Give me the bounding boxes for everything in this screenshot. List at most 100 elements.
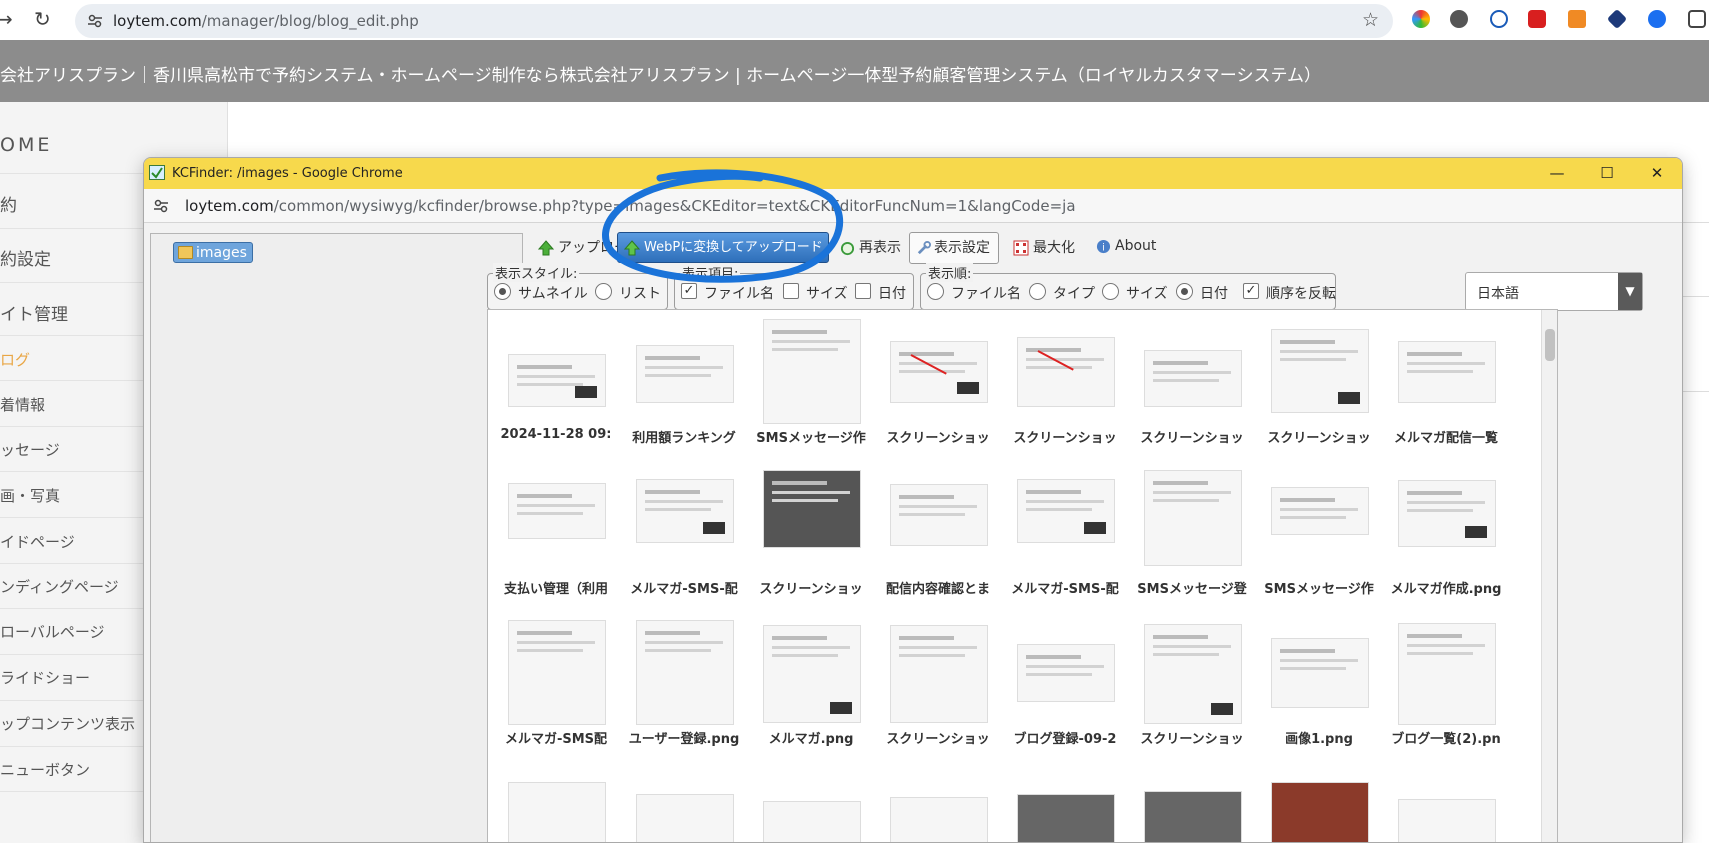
file-thumbnail[interactable] bbox=[1144, 350, 1242, 407]
file-thumbnail[interactable] bbox=[763, 319, 861, 424]
reverse-order-label[interactable]: 順序を反転 bbox=[1266, 283, 1336, 303]
language-select[interactable]: 日本語 ▼ bbox=[1465, 272, 1643, 311]
file-thumbnail[interactable] bbox=[1398, 480, 1496, 547]
file-item[interactable]: スクリーンショッ bbox=[1260, 319, 1378, 457]
sort-size-label[interactable]: サイズ bbox=[1126, 283, 1168, 303]
maximize-view-button[interactable]: 最大化 bbox=[1007, 233, 1081, 264]
file-item[interactable]: スクリーンショッ bbox=[752, 470, 870, 608]
file-item[interactable]: ブログ登録-09-2 bbox=[1006, 620, 1124, 758]
sort-type-label[interactable]: タイプ bbox=[1053, 283, 1095, 303]
file-thumbnail[interactable] bbox=[1144, 470, 1242, 566]
scrollbar-thumb[interactable] bbox=[1545, 329, 1555, 361]
file-thumbnail[interactable] bbox=[508, 483, 606, 539]
file-item[interactable]: メルマガ-SMS-配 bbox=[625, 470, 743, 608]
sort-filename-label[interactable]: ファイル名 bbox=[951, 283, 1021, 303]
folder-item-images[interactable]: images bbox=[173, 242, 253, 263]
extension-hex-icon[interactable] bbox=[1606, 8, 1628, 30]
file-item[interactable]: スクリーンショッ bbox=[1133, 620, 1251, 758]
file-thumbnail[interactable] bbox=[1271, 782, 1369, 842]
file-thumbnail[interactable] bbox=[1271, 329, 1369, 413]
file-thumbnail[interactable] bbox=[636, 794, 734, 842]
radio-sort-filename[interactable] bbox=[927, 283, 944, 300]
file-thumbnail[interactable] bbox=[508, 782, 606, 842]
radio-sort-type[interactable] bbox=[1029, 283, 1046, 300]
file-thumbnail[interactable] bbox=[1017, 644, 1115, 702]
file-item[interactable]: 支払い管理（利用 bbox=[497, 470, 615, 608]
site-info-icon[interactable] bbox=[153, 198, 169, 214]
radio-thumbnail[interactable] bbox=[494, 283, 511, 300]
checkbox-date[interactable] bbox=[855, 283, 871, 299]
extension-off-icon[interactable] bbox=[1450, 10, 1468, 28]
file-thumbnail[interactable] bbox=[1144, 624, 1242, 724]
refresh-button[interactable]: 再表示 bbox=[834, 233, 907, 264]
file-thumbnail[interactable] bbox=[636, 620, 734, 725]
radio-sort-date[interactable] bbox=[1176, 283, 1193, 300]
file-item[interactable]: ブログ一覧(2).pn bbox=[1387, 620, 1505, 758]
file-thumbnail[interactable] bbox=[636, 345, 734, 403]
file-item[interactable]: 配信内容確認とま bbox=[879, 470, 997, 608]
date-label[interactable]: 日付 bbox=[878, 283, 906, 303]
file-item[interactable]: 画像1.png bbox=[1260, 620, 1378, 758]
radio-sort-size[interactable] bbox=[1102, 283, 1119, 300]
file-thumbnail[interactable] bbox=[1017, 479, 1115, 543]
display-settings-button[interactable]: 表示設定 bbox=[909, 232, 999, 264]
file-thumbnail[interactable] bbox=[1144, 791, 1242, 842]
file-thumbnail[interactable] bbox=[1017, 794, 1115, 842]
file-item[interactable]: 利用額ランキング bbox=[625, 319, 743, 457]
maximize-button[interactable]: ☐ bbox=[1587, 161, 1627, 186]
file-item[interactable]: ユーザー登録.png bbox=[625, 620, 743, 758]
file-thumbnail[interactable] bbox=[1398, 341, 1496, 403]
file-item[interactable]: メルマガ-SMS-配 bbox=[1006, 470, 1124, 608]
about-button[interactable]: i About bbox=[1090, 231, 1162, 262]
file-item[interactable]: SMSメッセージ作 bbox=[1260, 470, 1378, 608]
file-item[interactable]: SMSメッセージ作 bbox=[752, 319, 870, 457]
file-thumbnail[interactable] bbox=[890, 625, 988, 723]
metamask-fox-icon[interactable] bbox=[1568, 10, 1586, 28]
checkbox-size[interactable] bbox=[783, 283, 799, 299]
bookmark-star-icon[interactable]: ☆ bbox=[1362, 9, 1379, 31]
extension-info-icon[interactable] bbox=[1490, 10, 1508, 28]
thumbnail-label[interactable]: サムネイル bbox=[518, 283, 588, 303]
minimize-button[interactable]: — bbox=[1537, 161, 1577, 186]
file-item[interactable]: スクリーンショッ bbox=[879, 319, 997, 457]
file-thumbnail[interactable] bbox=[763, 801, 861, 842]
sort-date-label[interactable]: 日付 bbox=[1200, 283, 1228, 303]
site-info-icon[interactable] bbox=[87, 13, 103, 29]
size-label[interactable]: サイズ bbox=[806, 283, 848, 303]
file-thumbnail[interactable] bbox=[508, 354, 606, 407]
file-thumbnail[interactable] bbox=[763, 470, 861, 548]
file-item[interactable]: スクリーンショッ bbox=[879, 620, 997, 758]
file-item[interactable]: メルマガ配信一覧 bbox=[1387, 319, 1505, 457]
file-thumbnail[interactable] bbox=[508, 620, 606, 725]
zoom-extension-icon[interactable] bbox=[1648, 10, 1666, 28]
file-item[interactable]: メルマガ作成.png bbox=[1387, 470, 1505, 608]
address-bar[interactable]: loytem.com/manager/blog/blog_edit.php ☆ bbox=[75, 4, 1393, 38]
file-thumbnail[interactable] bbox=[1398, 623, 1496, 725]
file-thumbnail[interactable] bbox=[1017, 337, 1115, 407]
file-thumbnail[interactable] bbox=[763, 625, 861, 723]
file-item[interactable]: 2024-11-28 09: bbox=[497, 319, 615, 457]
pdf-extension-icon[interactable] bbox=[1528, 10, 1546, 28]
forward-arrow-icon[interactable]: → bbox=[0, 7, 13, 31]
extensions-puzzle-icon[interactable] bbox=[1688, 10, 1706, 28]
reload-icon[interactable]: ↻ bbox=[34, 7, 51, 31]
file-item[interactable]: スクリーンショッ bbox=[1006, 319, 1124, 457]
popup-url[interactable]: loytem.com/common/wysiwyg/kcfinder/brows… bbox=[185, 197, 1076, 215]
checkbox-filename[interactable]: ✓ bbox=[681, 283, 697, 299]
filename-label[interactable]: ファイル名 bbox=[704, 283, 774, 303]
file-thumbnail[interactable] bbox=[890, 341, 988, 403]
file-thumbnail[interactable] bbox=[890, 797, 988, 842]
address-text[interactable]: loytem.com/manager/blog/blog_edit.php bbox=[113, 12, 419, 30]
file-thumbnail[interactable] bbox=[890, 484, 988, 546]
close-button[interactable]: ✕ bbox=[1637, 161, 1677, 186]
file-item[interactable]: スクリーンショッ bbox=[1133, 319, 1251, 457]
checkbox-reverse-order[interactable]: ✓ bbox=[1243, 283, 1259, 299]
popup-titlebar[interactable]: KCFinder: /images - Google Chrome — ☐ ✕ bbox=[144, 158, 1682, 189]
file-item[interactable]: メルマガ-SMS配 bbox=[497, 620, 615, 758]
list-label[interactable]: リスト bbox=[619, 283, 661, 303]
file-thumbnail[interactable] bbox=[1398, 799, 1496, 842]
file-thumbnail[interactable] bbox=[1271, 487, 1369, 535]
popup-address-bar[interactable]: loytem.com/common/wysiwyg/kcfinder/brows… bbox=[144, 189, 1682, 223]
chevron-down-icon[interactable]: ▼ bbox=[1618, 273, 1642, 310]
radio-list[interactable] bbox=[595, 283, 612, 300]
